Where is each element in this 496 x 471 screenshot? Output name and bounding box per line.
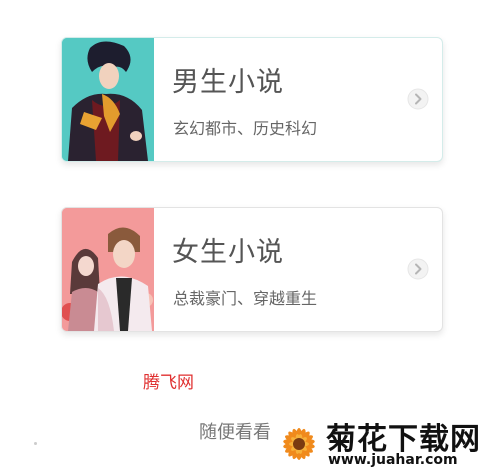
female-novel-cover-image	[62, 208, 154, 331]
site-name-label: 腾飞网	[143, 373, 194, 393]
male-novel-card[interactable]: 男生小说 玄幻都市、历史科幻	[61, 37, 443, 162]
watermark-url: www.juahar.com	[328, 452, 458, 468]
watermark-logo: 菊花下载网 www.juahar.com	[270, 414, 496, 471]
random-browse-link[interactable]: 随便看看	[199, 418, 271, 444]
female-novel-card[interactable]: 女生小说 总裁豪门、穿越重生	[61, 207, 443, 332]
male-novel-cover-image	[62, 38, 154, 161]
chrysanthemum-icon	[283, 428, 315, 460]
female-novel-title: 女生小说	[172, 237, 284, 268]
male-novel-subtitle: 玄幻都市、历史科幻	[173, 119, 318, 138]
decorative-dot	[34, 442, 37, 445]
male-novel-title: 男生小说	[172, 67, 284, 98]
chevron-right-icon[interactable]	[407, 88, 429, 110]
female-novel-subtitle: 总裁豪门、穿越重生	[173, 289, 318, 308]
chevron-right-icon[interactable]	[407, 258, 429, 280]
